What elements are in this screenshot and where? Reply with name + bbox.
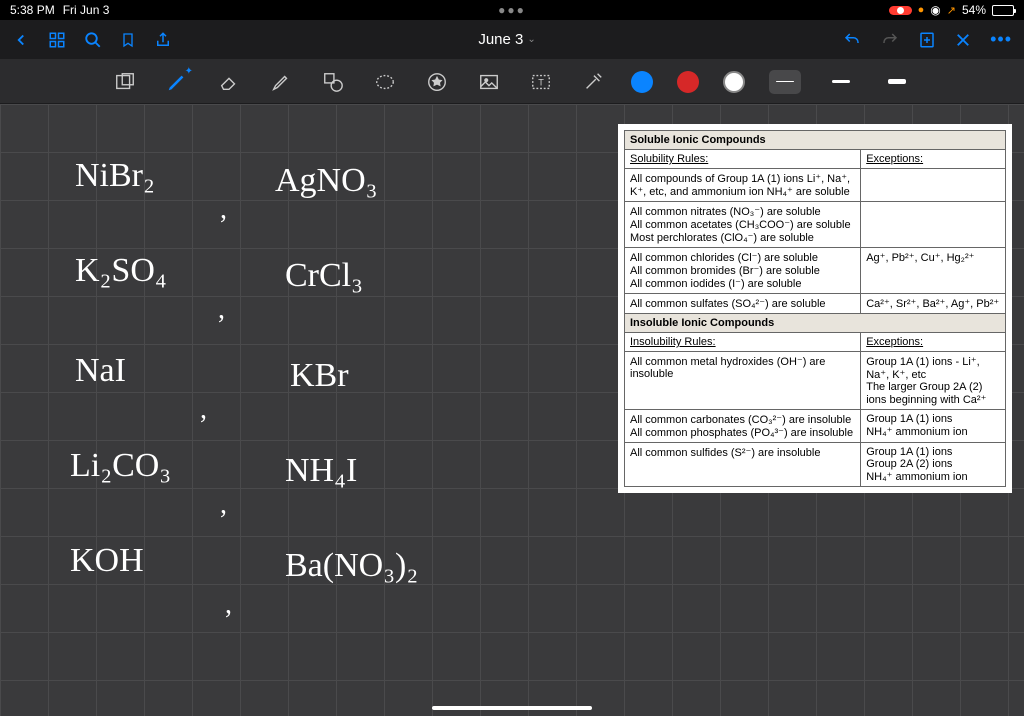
comma: ,: [218, 294, 225, 326]
lasso-tool[interactable]: [371, 68, 399, 96]
solubility-table-image[interactable]: Soluble Ionic Compounds Solubility Rules…: [618, 124, 1012, 493]
formula-li2co3: Li₂CO₃: [70, 449, 171, 483]
exc-cell: Group 1A (1) ions Group 2A (2) ions NH₄⁺…: [861, 443, 1006, 487]
stroke-thick[interactable]: [881, 70, 913, 94]
rule-cell: All common sulfates (SO₄²⁻) are soluble: [625, 294, 861, 314]
grid-view-button[interactable]: [48, 31, 66, 49]
rule-cell: All common nitrates (NO₃⁻) are soluble A…: [625, 202, 861, 248]
formula-nh4i: NH₄I: [285, 454, 357, 488]
comma: ,: [225, 589, 232, 621]
screen-record-pill[interactable]: [889, 6, 912, 15]
formula-crcl3: CrCl₃: [285, 259, 363, 293]
home-indicator[interactable]: [432, 706, 592, 710]
nav-bar: June 3 ⌄ •••: [0, 20, 1024, 60]
redo-button[interactable]: [880, 31, 900, 49]
color-blue[interactable]: [631, 71, 653, 93]
exc-cell: Ag⁺, Pb²⁺, Cu⁺, Hg₂²⁺: [861, 248, 1006, 294]
eraser-tool[interactable]: [215, 68, 243, 96]
elements-tool[interactable]: [423, 68, 451, 96]
rule-cell: All compounds of Group 1A (1) ions Li⁺, …: [625, 169, 861, 202]
wifi-dot-icon: ●: [918, 4, 925, 16]
wifi-icon: ◉: [930, 3, 940, 17]
comma: ,: [220, 489, 227, 521]
back-button[interactable]: [12, 31, 30, 49]
canvas[interactable]: NiBr₂ K₂SO₄ NaI Li₂CO₃ KOH , , , , , AgN…: [0, 104, 1024, 716]
solubility-rules-header: Solubility Rules:: [625, 150, 861, 169]
battery-percent: 54%: [962, 3, 986, 17]
exceptions-header: Exceptions:: [861, 150, 1006, 169]
color-red[interactable]: [677, 71, 699, 93]
battery-icon: [992, 5, 1014, 16]
exc-cell: [861, 169, 1006, 202]
close-button[interactable]: [954, 31, 972, 49]
svg-text:T: T: [538, 77, 544, 87]
bookmark-button[interactable]: [120, 31, 136, 49]
formula-kbr: KBr: [290, 359, 349, 393]
text-tool[interactable]: T: [527, 68, 555, 96]
exc-cell: Ca²⁺, Sr²⁺, Ba²⁺, Ag⁺, Pb²⁺: [861, 294, 1006, 314]
formula-koh: KOH: [70, 544, 144, 578]
status-date: Fri Jun 3: [63, 3, 110, 17]
formula-nai: NaI: [75, 354, 126, 388]
comma: ,: [220, 194, 227, 226]
formula-k2so4: K₂SO₄: [75, 254, 167, 288]
search-button[interactable]: [84, 31, 102, 49]
chevron-down-icon: ⌄: [527, 34, 535, 45]
comma: ,: [200, 394, 207, 426]
laser-tool[interactable]: [579, 68, 607, 96]
location-icon: ↗: [947, 4, 956, 17]
soluble-header: Soluble Ionic Compounds: [625, 131, 1006, 150]
image-tool[interactable]: [475, 68, 503, 96]
color-white[interactable]: [723, 71, 745, 93]
status-bar: 5:38 PM Fri Jun 3 ●●● ● ◉ ↗ 54%: [0, 0, 1024, 20]
status-time: 5:38 PM: [10, 3, 55, 17]
highlighter-tool[interactable]: [267, 68, 295, 96]
rule-cell: All common carbonates (CO₃²⁻) are insolu…: [625, 410, 861, 443]
exc-cell: [861, 202, 1006, 248]
pill-indicator[interactable]: ●●●: [498, 3, 526, 17]
insolubility-rules-header: Insolubility Rules:: [625, 333, 861, 352]
stroke-thin[interactable]: [769, 70, 801, 94]
more-button[interactable]: •••: [990, 29, 1012, 50]
exc-cell: Group 1A (1) ions - Li⁺, Na⁺, K⁺, etc Th…: [861, 352, 1006, 410]
tool-bar: ✦ T: [0, 60, 1024, 104]
add-page-button[interactable]: [918, 31, 936, 49]
exc-cell: Group 1A (1) ions NH₄⁺ ammonium ion: [861, 410, 1006, 443]
formula-bano32: Ba(NO₃)₂: [285, 549, 418, 583]
rule-cell: All common sulfides (S²⁻) are insoluble: [625, 443, 861, 487]
document-title[interactable]: June 3 ⌄: [172, 31, 842, 48]
pen-tool[interactable]: ✦: [163, 68, 191, 96]
insoluble-header: Insoluble Ionic Compounds: [625, 314, 1006, 333]
formula-agno3: AgNO₃: [275, 164, 378, 198]
exceptions-header-2: Exceptions:: [861, 333, 1006, 352]
rule-cell: All common metal hydroxides (OH⁻) are in…: [625, 352, 861, 410]
stroke-medium[interactable]: [825, 70, 857, 94]
share-button[interactable]: [154, 31, 172, 49]
zoom-tool[interactable]: [111, 68, 139, 96]
formula-nibr2: NiBr₂: [75, 159, 155, 193]
undo-button[interactable]: [842, 31, 862, 49]
rule-cell: All common chlorides (Cl⁻) are soluble A…: [625, 248, 861, 294]
shape-tool[interactable]: [319, 68, 347, 96]
